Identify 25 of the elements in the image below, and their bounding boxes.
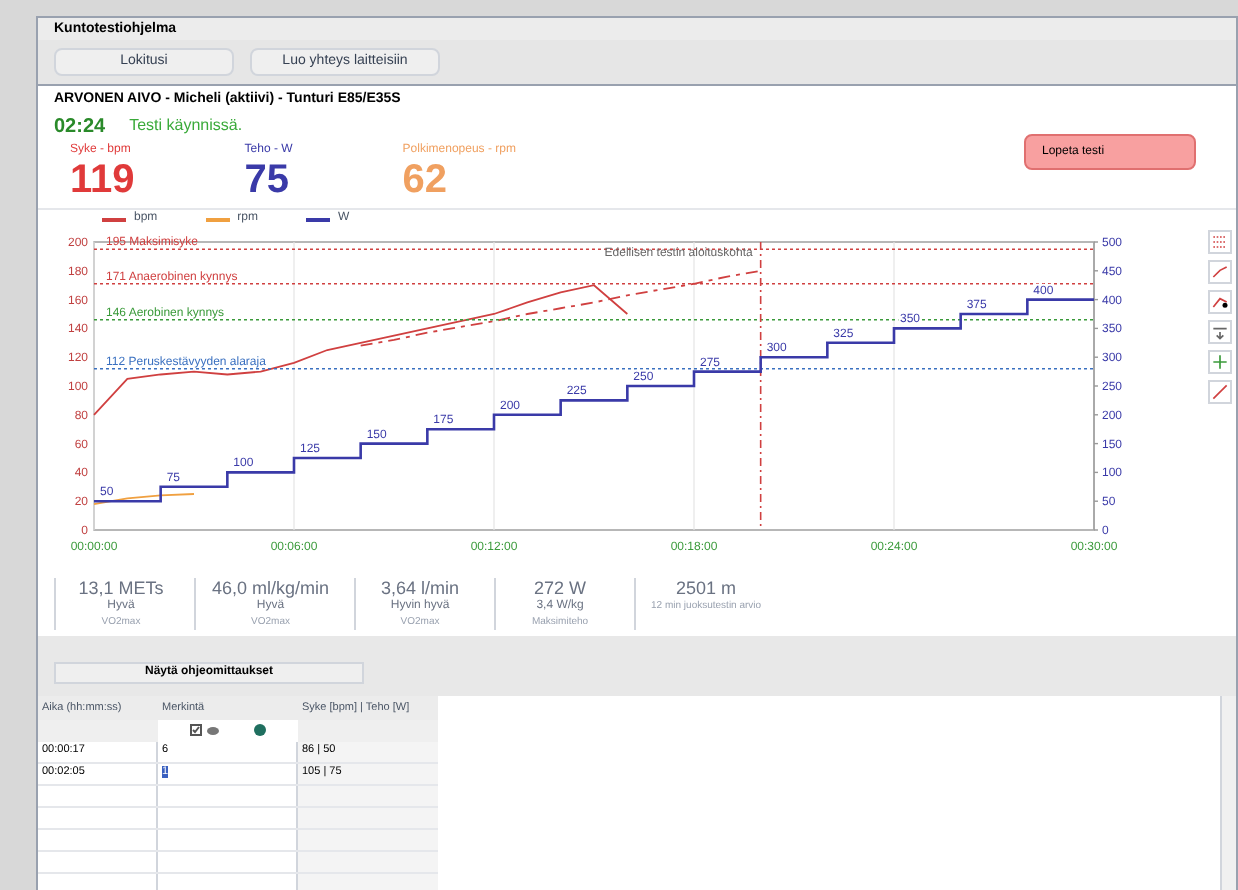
status-dot-icon [254, 724, 266, 737]
table-cell [298, 785, 438, 806]
table-cell [158, 829, 298, 850]
table-cell [298, 829, 438, 850]
table-cell [158, 785, 298, 806]
legend-icon[interactable] [1208, 229, 1232, 253]
scrollbar[interactable] [1220, 695, 1236, 889]
status-text: Testi käynnissä. [129, 114, 243, 138]
table-cell [298, 807, 438, 828]
card-value: 13,1 METs [78, 577, 164, 597]
table-cell [298, 851, 438, 872]
eye-icon [206, 725, 220, 736]
table-cell [158, 851, 298, 872]
card-value: 272 W [534, 577, 587, 597]
line-icon[interactable] [1208, 379, 1232, 403]
trend-icon[interactable] [1208, 259, 1232, 283]
readout-value: 119 [70, 159, 135, 199]
readout-value: 62 [402, 159, 450, 199]
elapsed-time: 02:24 [54, 113, 106, 141]
readout-value: 75 [244, 159, 292, 199]
card-value: 46,0 ml/kg/min [212, 577, 330, 597]
card-value: 3,64 l/min [381, 577, 460, 597]
card-value: 2501 m [676, 577, 737, 597]
table-cell [158, 807, 298, 828]
checkbox-icon [190, 724, 202, 737]
